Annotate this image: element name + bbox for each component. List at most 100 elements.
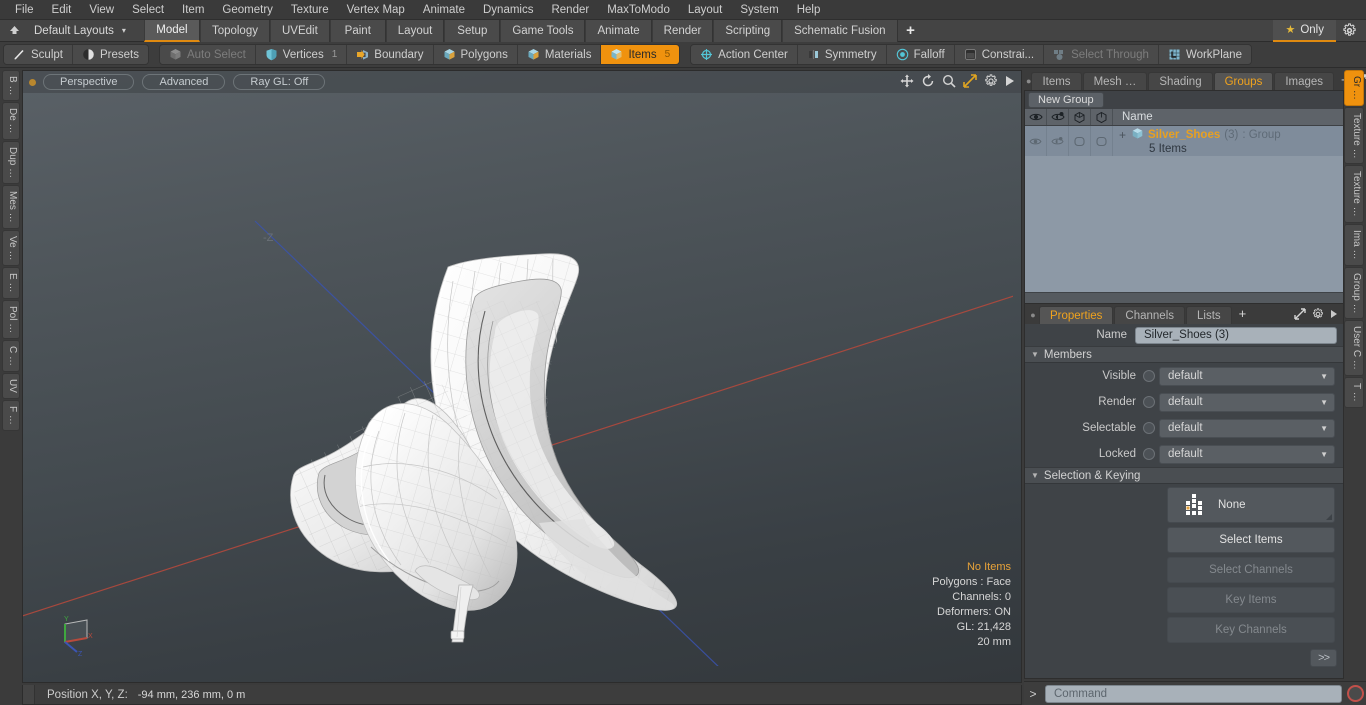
menu-item-item[interactable]: Item: [173, 0, 213, 20]
polygons-button[interactable]: Polygons: [433, 45, 518, 64]
boundary-button[interactable]: Boundary: [347, 45, 434, 64]
workplane-button[interactable]: WorkPlane: [1158, 45, 1251, 64]
add-layout-tab-button[interactable]: +: [898, 20, 924, 42]
members-section-header[interactable]: ▼ Members: [1025, 346, 1343, 363]
play-icon[interactable]: [1005, 75, 1015, 90]
select-channels-button[interactable]: Select Channels: [1167, 557, 1335, 583]
selection-keying-section-header[interactable]: ▼ Selection & Keying: [1025, 467, 1343, 484]
constraint-button[interactable]: Constrai...: [954, 45, 1045, 64]
tab-model[interactable]: Model: [143, 19, 200, 42]
presets-button[interactable]: Presets: [72, 45, 148, 64]
tab-shading[interactable]: Shading: [1148, 72, 1213, 90]
layouts-caret-icon[interactable]: ▾: [122, 26, 126, 35]
left-rail-tab-mesh[interactable]: Mes …: [2, 185, 20, 229]
menu-item-layout[interactable]: Layout: [679, 0, 732, 20]
menu-item-texture[interactable]: Texture: [282, 0, 338, 20]
command-input[interactable]: Command: [1045, 684, 1342, 703]
left-rail-tab-deform[interactable]: De …: [2, 102, 20, 141]
tab-schematic-fusion[interactable]: Schematic Fusion: [782, 19, 898, 42]
panel-play-icon[interactable]: [1330, 309, 1338, 322]
right-rail-tab-group[interactable]: Group …: [1344, 266, 1364, 320]
add-properties-tab-button[interactable]: +: [1233, 306, 1253, 324]
right-rail-tab-user-channels[interactable]: User C …: [1344, 320, 1364, 376]
tab-uvedit[interactable]: UVEdit: [269, 19, 330, 42]
expand-icon[interactable]: [1294, 307, 1306, 323]
tab-properties[interactable]: Properties: [1039, 306, 1114, 324]
materials-button[interactable]: Materials: [517, 45, 602, 64]
groups-list-body[interactable]: + Silver_Shoes (3) : Group 5 Items: [1025, 126, 1343, 292]
row-eye-toggle[interactable]: [1025, 126, 1047, 156]
menu-item-system[interactable]: System: [731, 0, 787, 20]
tab-animate[interactable]: Animate: [585, 19, 652, 42]
key-channels-button[interactable]: Key Channels: [1167, 617, 1335, 643]
sculpt-button[interactable]: Sculpt: [4, 45, 73, 64]
tab-groups[interactable]: Groups: [1213, 72, 1274, 90]
gear-icon[interactable]: [1312, 307, 1324, 323]
expand-row-icon[interactable]: +: [1119, 128, 1126, 142]
tab-lists[interactable]: Lists: [1186, 306, 1232, 324]
menu-item-select[interactable]: Select: [123, 0, 173, 20]
left-rail-tab-basic[interactable]: B …: [2, 70, 20, 102]
none-button[interactable]: None: [1167, 487, 1335, 523]
row-render-toggle[interactable]: [1047, 126, 1069, 156]
select-items-button[interactable]: Select Items: [1167, 527, 1335, 553]
menu-item-maxtomodo[interactable]: MaxToModo: [598, 0, 679, 20]
menu-item-help[interactable]: Help: [788, 0, 830, 20]
select-through-button[interactable]: Select Through: [1044, 45, 1159, 64]
properties-menu-dot-icon[interactable]: ●: [1027, 306, 1039, 324]
left-rail-tab-edge[interactable]: E …: [2, 267, 20, 299]
column-render-icon[interactable]: [1047, 109, 1069, 125]
layout-settings-gear-icon[interactable]: [1336, 20, 1362, 42]
viewport-shading-pill[interactable]: Advanced: [142, 74, 226, 90]
right-rail-tab-transform[interactable]: T …: [1344, 376, 1364, 408]
menu-item-geometry[interactable]: Geometry: [213, 0, 282, 20]
tab-channels[interactable]: Channels: [1114, 306, 1186, 324]
column-shade-icon[interactable]: [1091, 109, 1113, 125]
action-center-button[interactable]: Action Center: [691, 45, 798, 64]
default-layouts-label[interactable]: Default Layouts: [24, 25, 120, 37]
right-rail-tab-groups[interactable]: Gr …: [1344, 70, 1364, 106]
locked-select[interactable]: default ▼: [1159, 444, 1335, 464]
left-rail-tab-fusion[interactable]: F …: [2, 399, 20, 431]
falloff-button[interactable]: Falloff: [886, 45, 955, 64]
only-toggle-button[interactable]: ★ Only: [1273, 19, 1336, 42]
row-name-cell[interactable]: + Silver_Shoes (3) : Group 5 Items: [1113, 126, 1343, 156]
tab-scripting[interactable]: Scripting: [713, 19, 783, 42]
table-row[interactable]: + Silver_Shoes (3) : Group 5 Items: [1025, 126, 1343, 156]
left-rail-tab-duplicate[interactable]: Dup …: [2, 141, 20, 185]
row-shade-toggle[interactable]: [1091, 126, 1113, 156]
left-rail-tab-uv[interactable]: UV: [2, 372, 20, 399]
status-bar-grip[interactable]: [23, 685, 35, 704]
menu-item-dynamics[interactable]: Dynamics: [474, 0, 542, 20]
viewport-raygl-pill[interactable]: Ray GL: Off: [233, 74, 326, 90]
tab-layout[interactable]: Layout: [385, 19, 445, 42]
tab-paint[interactable]: Paint: [329, 19, 386, 42]
tab-render[interactable]: Render: [651, 19, 714, 42]
move-icon[interactable]: [900, 74, 914, 91]
auto-select-button[interactable]: Auto Select: [159, 45, 256, 64]
row-wire-toggle[interactable]: [1069, 126, 1091, 156]
render-knob[interactable]: [1143, 396, 1155, 408]
symmetry-button[interactable]: Symmetry: [797, 45, 887, 64]
visible-select[interactable]: default ▼: [1159, 366, 1335, 386]
goto-button[interactable]: >>: [1310, 649, 1337, 667]
menu-item-file[interactable]: File: [6, 0, 43, 20]
new-group-button[interactable]: New Group: [1028, 92, 1104, 108]
viewport-3d[interactable]: -Z Y X Z No Items Polygons: Face Channe…: [23, 71, 1021, 682]
groups-list-empty-space[interactable]: [1025, 156, 1343, 292]
fit-icon[interactable]: [963, 73, 977, 91]
viewport-projection-pill[interactable]: Perspective: [43, 74, 135, 90]
left-rail-tab-vertex[interactable]: Ve …: [2, 229, 20, 267]
menu-item-view[interactable]: View: [80, 0, 123, 20]
column-wire-icon[interactable]: [1069, 109, 1091, 125]
rotate-icon[interactable]: [921, 73, 935, 91]
column-eye-icon[interactable]: [1025, 109, 1047, 125]
right-rail-tab-texture-1[interactable]: Texture …: [1344, 106, 1364, 165]
render-select[interactable]: default ▼: [1159, 392, 1335, 412]
items-button[interactable]: Items 5: [601, 45, 680, 64]
menu-item-edit[interactable]: Edit: [43, 0, 81, 20]
key-items-button[interactable]: Key Items: [1167, 587, 1335, 613]
zoom-icon[interactable]: [942, 74, 956, 91]
collapse-panel-icon[interactable]: [4, 22, 24, 40]
locked-knob[interactable]: [1143, 448, 1155, 460]
